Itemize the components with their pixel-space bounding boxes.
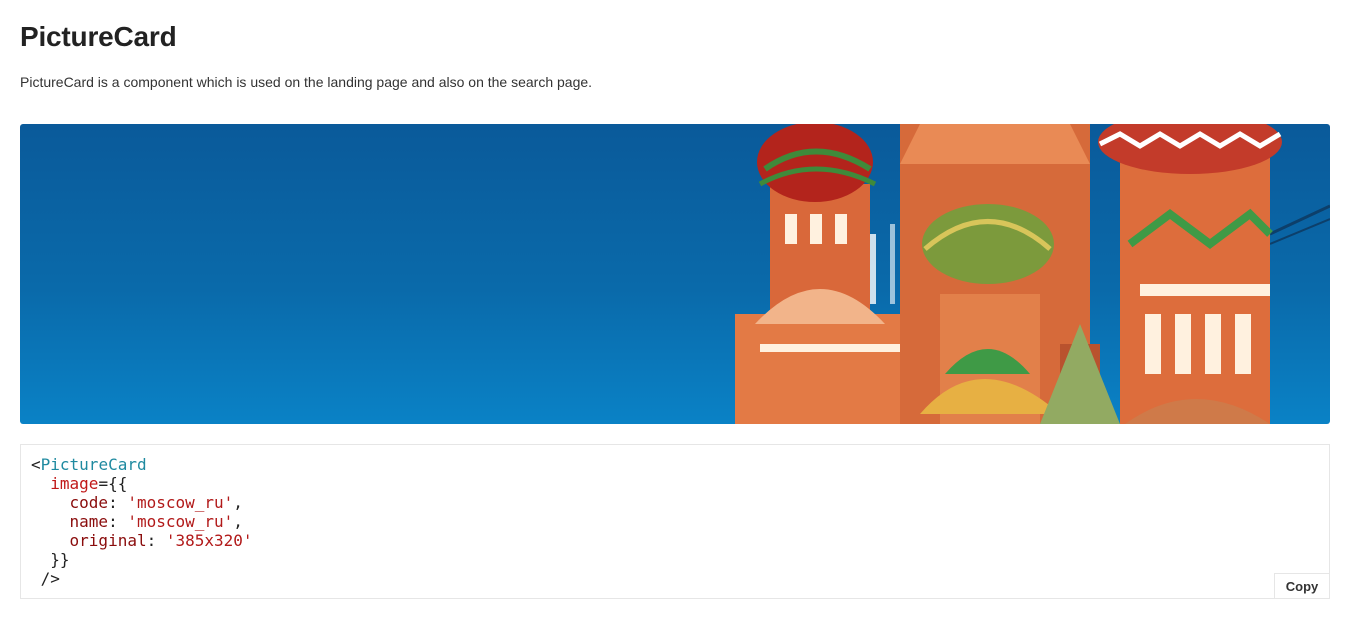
code-key: original: [69, 531, 147, 550]
code-value: 'moscow_ru': [127, 493, 234, 512]
code-value: 'moscow_ru': [127, 512, 234, 531]
cathedral-image: [735, 124, 1330, 424]
code-key: name: [69, 512, 109, 531]
code-value: '385x320': [165, 531, 253, 550]
page-description: PictureCard is a component which is used…: [20, 74, 593, 90]
code-attr-name: image: [50, 474, 99, 493]
picture-card-preview: [20, 124, 1330, 424]
page-title: PictureCard: [20, 21, 177, 52]
copy-button[interactable]: Copy: [1274, 573, 1329, 598]
code-component-name: PictureCard: [40, 455, 147, 474]
code-text: <PictureCard image={{ code: 'moscow_ru',…: [31, 455, 253, 588]
code-key: code: [69, 493, 109, 512]
code-snippet: <PictureCard image={{ code: 'moscow_ru',…: [20, 444, 1330, 599]
